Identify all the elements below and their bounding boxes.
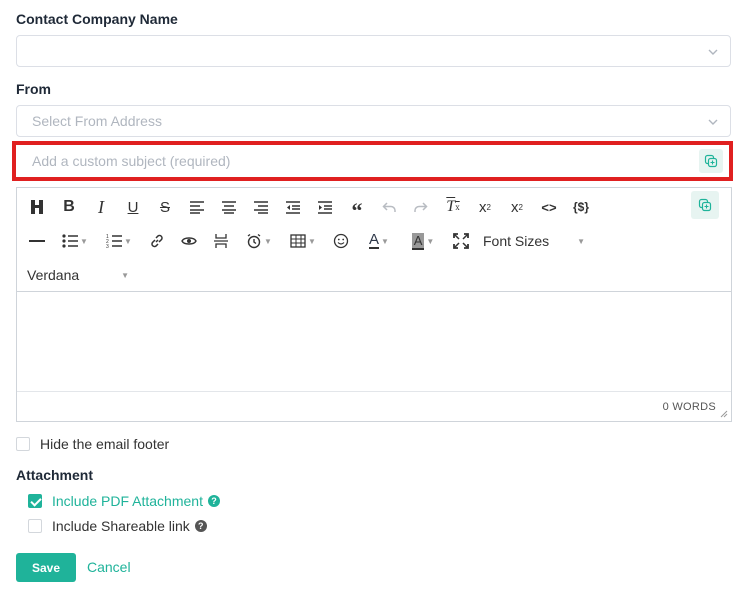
chevron-down-icon: ▼ — [381, 236, 389, 246]
chevron-down-icon: ▼ — [577, 236, 586, 246]
alarm-clock-icon[interactable]: ▼ — [237, 227, 281, 255]
chevron-down-icon: ▼ — [264, 236, 272, 246]
superscript-icon[interactable]: x2 — [501, 193, 533, 221]
font-family-dropdown[interactable]: Verdana ▼ — [27, 261, 137, 289]
contact-company-select[interactable] — [16, 35, 731, 67]
contact-company-label: Contact Company Name — [16, 11, 178, 27]
fullscreen-icon[interactable] — [445, 227, 477, 255]
toolbar-row-1: B I U S “ Tx x2 x2 <> {$} — [21, 193, 597, 223]
bold-icon[interactable]: B — [53, 193, 85, 221]
blockquote-icon[interactable]: “ — [341, 193, 373, 223]
resize-handle-icon[interactable] — [720, 410, 728, 418]
clear-format-icon[interactable]: Tx — [437, 193, 469, 221]
subject-highlight-box: Add a custom subject (required) — [12, 141, 733, 181]
align-center-icon[interactable] — [213, 193, 245, 221]
hide-footer-checkbox[interactable] — [16, 437, 30, 451]
underline-icon[interactable]: U — [117, 193, 149, 221]
preview-eye-icon[interactable] — [173, 227, 205, 255]
include-link-label: Include Shareable link — [52, 518, 190, 534]
editor-content-area[interactable] — [17, 292, 731, 392]
subject-input[interactable]: Add a custom subject (required) — [20, 147, 723, 175]
help-icon[interactable]: ? — [207, 495, 220, 507]
chevron-down-icon — [708, 119, 718, 125]
chevron-down-icon — [708, 49, 718, 55]
table-icon[interactable]: ▼ — [281, 227, 325, 255]
italic-icon[interactable]: I — [85, 193, 117, 221]
copy-template-icon[interactable] — [699, 149, 723, 173]
variable-icon[interactable]: {$} — [565, 193, 597, 221]
hide-footer-label: Hide the email footer — [40, 436, 170, 452]
include-pdf-row[interactable]: Include PDF Attachment ? — [28, 493, 220, 509]
outdent-icon[interactable] — [277, 193, 309, 221]
attachment-label: Attachment — [16, 467, 94, 483]
include-pdf-label: Include PDF Attachment — [52, 493, 203, 509]
link-icon[interactable] — [141, 227, 173, 255]
svg-text:3: 3 — [106, 244, 109, 248]
include-link-row[interactable]: Include Shareable link ? — [28, 518, 207, 534]
bullet-list-icon[interactable]: ▼ — [53, 227, 97, 255]
toolbar-row-2: ▼ 1 2 3 ▼ ▼ ▼ A ▼ A ▼ Font Sizes ▼ — [21, 227, 593, 255]
help-icon[interactable]: ? — [194, 520, 207, 532]
font-sizes-label: Font Sizes — [483, 233, 550, 249]
from-address-placeholder: Select From Address — [32, 113, 162, 129]
emoji-icon[interactable] — [325, 227, 357, 255]
from-label: From — [16, 81, 51, 97]
editor-toolbar: B I U S “ Tx x2 x2 <> {$} ▼ 1 2 3 ▼ ▼ ▼ … — [17, 188, 731, 292]
paragraph-icon[interactable] — [21, 193, 53, 221]
include-pdf-checkbox[interactable] — [28, 494, 42, 508]
chevron-down-icon: ▼ — [308, 236, 316, 246]
chevron-down-icon: ▼ — [426, 236, 435, 246]
from-address-select[interactable]: Select From Address — [16, 105, 731, 137]
toolbar-row-3: Verdana ▼ — [27, 261, 137, 289]
indent-icon[interactable] — [309, 193, 341, 221]
align-right-icon[interactable] — [245, 193, 277, 221]
numbered-list-icon[interactable]: 1 2 3 ▼ — [97, 227, 141, 255]
cancel-button[interactable]: Cancel — [87, 559, 131, 575]
chevron-down-icon: ▼ — [124, 236, 132, 246]
save-button[interactable]: Save — [16, 553, 76, 582]
page-break-icon[interactable] — [205, 227, 237, 255]
subject-placeholder: Add a custom subject (required) — [32, 153, 231, 169]
font-family-label: Verdana — [27, 267, 80, 283]
subscript-icon[interactable]: x2 — [469, 193, 501, 221]
text-color-icon[interactable]: A ▼ — [357, 227, 401, 255]
strikethrough-icon[interactable]: S — [149, 193, 181, 221]
undo-icon[interactable] — [373, 193, 405, 221]
chevron-down-icon: ▼ — [121, 270, 130, 280]
copy-template-icon[interactable] — [691, 191, 719, 219]
hide-footer-row[interactable]: Hide the email footer — [16, 436, 169, 452]
rich-text-editor: B I U S “ Tx x2 x2 <> {$} ▼ 1 2 3 ▼ ▼ ▼ … — [16, 187, 732, 422]
redo-icon[interactable] — [405, 193, 437, 221]
include-link-checkbox[interactable] — [28, 519, 42, 533]
code-icon[interactable]: <> — [533, 193, 565, 221]
horizontal-rule-icon[interactable] — [21, 227, 53, 255]
font-sizes-dropdown[interactable]: Font Sizes ▼ — [483, 227, 593, 255]
background-color-icon[interactable]: A ▼ — [401, 227, 445, 255]
word-count: 0 WORDS — [662, 401, 716, 413]
align-left-icon[interactable] — [181, 193, 213, 221]
chevron-down-icon: ▼ — [80, 236, 88, 246]
